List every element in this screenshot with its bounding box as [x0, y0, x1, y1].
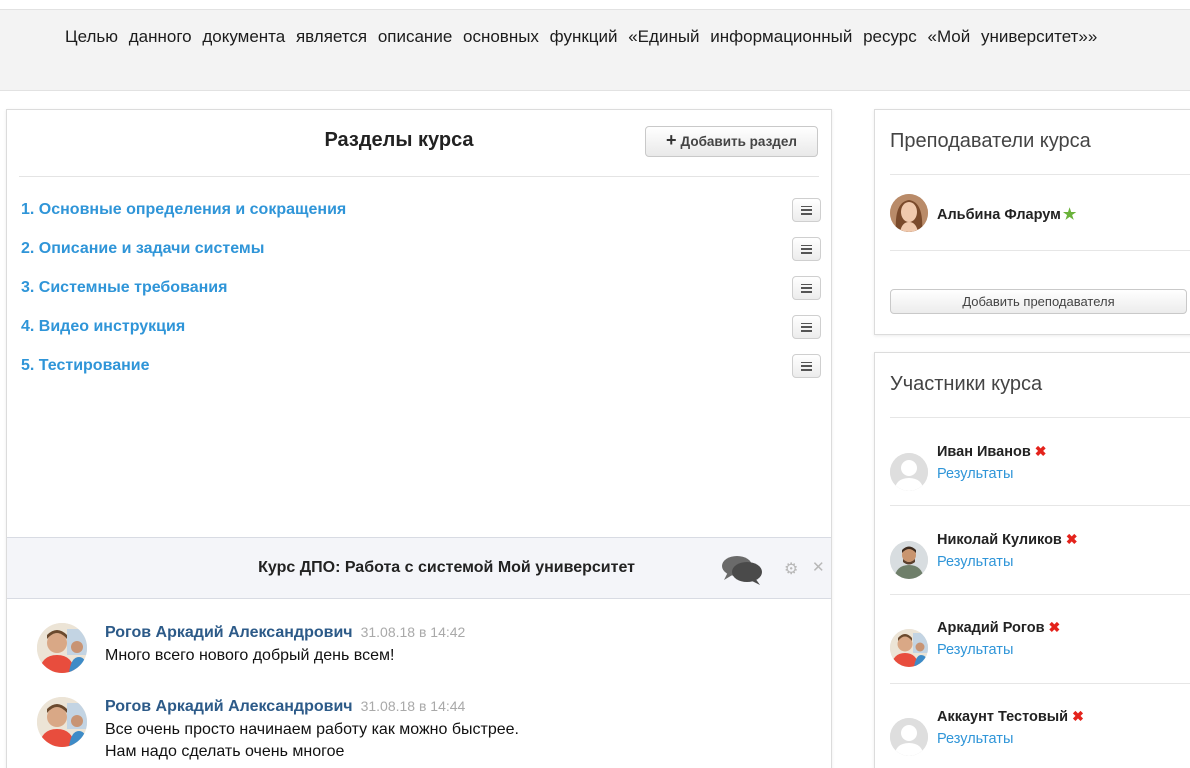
avatar [890, 718, 928, 756]
avatar [890, 194, 928, 232]
chat-header: Курс ДПО: Работа с системой Мой универси… [7, 537, 831, 599]
teacher-name[interactable]: Альбина Фларум ★ [937, 205, 1076, 223]
avatar [890, 541, 928, 579]
member-name: Аркадий Рогов ✖ [937, 619, 1060, 636]
member-name-label: Аркадий Рогов [937, 620, 1045, 636]
avatar [37, 697, 87, 747]
list-icon [801, 244, 812, 254]
list-icon [801, 205, 812, 215]
chat-title: Курс ДПО: Работа с системой Мой универси… [258, 559, 635, 576]
section-item: 1. Основные определения и сокращения [21, 195, 821, 234]
add-section-label: Добавить раздел [680, 134, 797, 149]
message-author[interactable]: Рогов Аркадий Александрович [105, 624, 353, 641]
message-text: Все очень просто начинаем работу как мож… [105, 721, 519, 760]
member-results-link[interactable]: Результаты [937, 554, 1013, 570]
avatar [890, 453, 928, 491]
remove-icon[interactable]: ✖ [1072, 708, 1084, 724]
divider [19, 176, 819, 177]
course-teachers-panel: Преподаватели курса Альбина Фларум ★ Доба… [874, 109, 1190, 335]
section-link[interactable]: 5. Тестирование [21, 357, 150, 374]
section-item: 3. Системные требования [21, 273, 821, 312]
section-link[interactable]: 3. Системные требования [21, 279, 227, 296]
section-item: 4. Видео инструкция [21, 312, 821, 351]
section-item: 2. Описание и задачи системы [21, 234, 821, 273]
divider [890, 505, 1190, 506]
message-author[interactable]: Рогов Аркадий Александрович [105, 698, 353, 715]
avatar [890, 629, 928, 667]
member-item: Николай Куликов ✖ Результаты [890, 531, 1190, 591]
divider [890, 683, 1190, 684]
divider [890, 250, 1190, 251]
message-time: 31.08.18 в 14:44 [360, 698, 466, 714]
message-time: 31.08.18 в 14:42 [360, 624, 466, 640]
members-title: Участники курса [890, 373, 1043, 395]
member-item: Аккаунт Тестовый ✖ Результаты [890, 708, 1190, 768]
gear-icon[interactable]: ⚙ [784, 559, 798, 579]
section-menu-button[interactable] [792, 198, 821, 222]
divider [890, 174, 1190, 175]
remove-icon[interactable]: ✖ [1066, 531, 1078, 547]
member-name: Иван Иванов ✖ [937, 443, 1046, 460]
section-menu-button[interactable] [792, 354, 821, 378]
member-name: Аккаунт Тестовый ✖ [937, 708, 1084, 725]
teacher-name-label: Альбина Фларум [937, 207, 1061, 223]
section-menu-button[interactable] [792, 315, 821, 339]
course-members-panel: Участники курса Иван Иванов✖ Результаты [874, 352, 1190, 768]
member-results-link[interactable]: Результаты [937, 731, 1013, 747]
star-icon: ★ [1062, 206, 1077, 223]
add-section-button[interactable]: + Добавить раздел [645, 126, 818, 157]
plus-icon: + [666, 130, 677, 150]
remove-icon[interactable]: ✖ [1049, 619, 1061, 635]
member-name-label: Николай Куликов [937, 532, 1062, 548]
divider [890, 417, 1190, 418]
teachers-title: Преподаватели курса [890, 130, 1091, 152]
list-icon [801, 322, 812, 332]
section-menu-button[interactable] [792, 276, 821, 300]
list-icon [801, 283, 812, 293]
section-link[interactable]: 4. Видео инструкция [21, 318, 185, 335]
document-intro: Целью данного документа является описани… [0, 9, 1190, 91]
message-text: Много всего нового добрый день всем! [105, 647, 395, 664]
member-name: Николай Куликов ✖ [937, 531, 1078, 548]
member-results-link[interactable]: Результаты [937, 466, 1013, 482]
section-link[interactable]: 2. Описание и задачи системы [21, 240, 264, 257]
avatar [37, 623, 87, 673]
section-menu-button[interactable] [792, 237, 821, 261]
divider [890, 594, 1190, 595]
member-name-label: Аккаунт Тестовый [937, 709, 1069, 725]
section-item: 5. Тестирование [21, 351, 821, 390]
section-link[interactable]: 1. Основные определения и сокращения [21, 201, 346, 218]
list-icon [801, 361, 812, 371]
section-list: 1. Основные определения и сокращения 2. … [21, 195, 821, 390]
add-teacher-button[interactable]: Добавить преподавателя [890, 289, 1187, 314]
member-name-label: Иван Иванов [937, 444, 1031, 460]
course-sections-panel: Разделы курса + Добавить раздел 1. Основ… [6, 109, 832, 768]
remove-icon[interactable]: ✖ [1035, 443, 1047, 459]
member-item: Иван Иванов ✖ Результаты [890, 443, 1190, 503]
member-item: Аркадий Рогов ✖ Результаты [890, 619, 1190, 679]
close-icon[interactable]: ✕ [812, 558, 825, 576]
chat-bubbles-icon[interactable] [720, 554, 764, 586]
member-results-link[interactable]: Результаты [937, 642, 1013, 658]
